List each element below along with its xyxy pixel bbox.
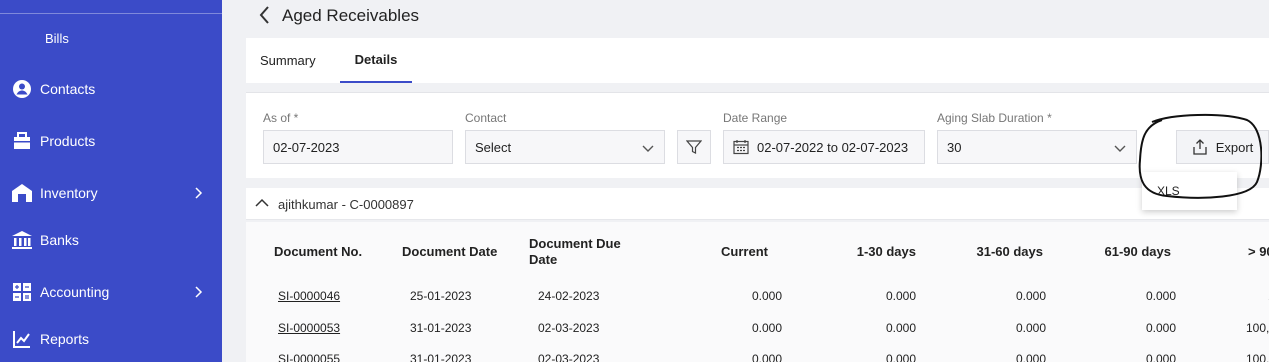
amt-61-90: 0.000 [1145, 289, 1176, 303]
tab-bar: Summary Details [246, 38, 1269, 83]
due-date: 02-03-2023 [538, 321, 600, 335]
receivables-table: Document No. Document Date Document Due … [246, 222, 1269, 362]
chevron-right-icon [195, 187, 203, 199]
date-range-value: 02-07-2022 to 02-07-2023 [757, 139, 909, 155]
due-date: 24-02-2023 [538, 289, 600, 303]
date-range-input[interactable]: 02-07-2022 to 02-07-2023 [723, 130, 925, 164]
doc-link[interactable]: SI-0000053 [278, 321, 340, 335]
sidebar-divider [0, 13, 222, 14]
filter-panel: As of * 02-07-2023 Contact Select Date R… [246, 92, 1269, 178]
upload-icon [1193, 139, 1207, 155]
amt-90-plus: 100,00 [1246, 352, 1269, 362]
contact-label: Contact [465, 111, 507, 125]
col-header-61-90: 61-90 days [1104, 244, 1172, 259]
sidebar-item-label: Contacts [40, 81, 96, 97]
sidebar-item-reports[interactable]: Reports [0, 319, 222, 359]
doc-link[interactable]: SI-0000046 [278, 289, 340, 303]
sidebar-item-products[interactable]: Products [0, 121, 222, 161]
amt-31-60: 0.000 [1015, 352, 1046, 362]
chevron-right-icon [195, 286, 203, 298]
main-content: Aged Receivables Summary Details As of *… [222, 0, 1269, 362]
amt-61-90: 0.000 [1145, 321, 1176, 335]
sidebar-item-label: Accounting [40, 284, 110, 300]
amt-1-30: 0.000 [885, 289, 916, 303]
doc-link[interactable]: SI-0000055 [278, 352, 340, 362]
sidebar-item-label: Reports [40, 331, 90, 347]
current-amt: 0.000 [751, 289, 782, 303]
export-button[interactable]: Export [1176, 130, 1269, 164]
date-range-label: Date Range [723, 111, 788, 125]
warehouse-icon [11, 182, 33, 204]
contact-value: Select [475, 139, 512, 155]
box-icon [11, 130, 33, 152]
bank-icon [11, 229, 33, 251]
aging-label: Aging Slab Duration * [937, 111, 1052, 125]
export-label: Export [1215, 139, 1254, 155]
amt-61-90: 0.000 [1145, 352, 1176, 362]
sidebar-item-label: Products [40, 133, 96, 149]
calculator-icon [11, 281, 33, 303]
sidebar-subitem-bills[interactable]: Bills [45, 31, 69, 46]
contact-select[interactable]: Select [465, 130, 665, 164]
col-header-90-plus: > 90 [1248, 244, 1269, 259]
doc-date: 25-01-2023 [410, 289, 472, 303]
export-menu-xls[interactable]: XLS [1142, 172, 1237, 210]
sidebar-item-banks[interactable]: Banks [0, 220, 222, 260]
col-header-doc-date: Document Date [402, 244, 498, 259]
doc-date: 31-01-2023 [410, 352, 472, 362]
chart-icon [11, 328, 33, 350]
customer-group-header[interactable]: ajithkumar - C-0000897 [246, 188, 1269, 220]
due-date: 02-03-2023 [538, 352, 600, 362]
amt-31-60: 0.000 [1015, 321, 1046, 335]
col-header-31-60: 31-60 days [976, 244, 1044, 259]
calendar-icon [733, 140, 749, 155]
page-title: Aged Receivables [282, 6, 420, 25]
sidebar-item-inventory[interactable]: Inventory [0, 173, 222, 213]
chevron-up-icon[interactable] [255, 198, 269, 208]
as-of-value: 02-07-2023 [273, 139, 340, 155]
col-header-due-date: Document Due Date [529, 236, 621, 267]
sidebar-item-accounting[interactable]: Accounting [0, 272, 222, 312]
back-arrow-icon[interactable] [258, 5, 272, 25]
aging-value: 30 [947, 139, 962, 155]
amt-90-plus: 100,00 [1246, 321, 1269, 335]
current-amt: 0.000 [751, 352, 782, 362]
as-of-input[interactable]: 02-07-2023 [263, 130, 453, 164]
current-amt: 0.000 [751, 321, 782, 335]
col-header-doc-no: Document No. [274, 244, 363, 259]
tab-summary[interactable]: Summary [246, 38, 330, 83]
customer-name: ajithkumar - C-0000897 [278, 197, 414, 212]
chevron-down-icon [1114, 145, 1126, 152]
col-header-1-30: 1-30 days [856, 244, 916, 259]
sidebar-item-label: Inventory [40, 185, 98, 201]
sidebar-item-contacts[interactable]: Contacts [0, 69, 222, 109]
amt-1-30: 0.000 [885, 352, 916, 362]
filter-button[interactable] [677, 130, 711, 164]
col-header-current: Current [721, 244, 768, 259]
funnel-icon [686, 140, 702, 154]
aging-select[interactable]: 30 [937, 130, 1137, 164]
doc-date: 31-01-2023 [410, 321, 472, 335]
chevron-down-icon [642, 145, 654, 152]
tab-details[interactable]: Details [340, 38, 412, 83]
sidebar-item-label: Banks [40, 232, 79, 248]
amt-31-60: 0.000 [1015, 289, 1046, 303]
amt-1-30: 0.000 [885, 321, 916, 335]
sidebar: Bills Contacts Products Inventory Banks … [0, 0, 222, 362]
as-of-label: As of * [263, 111, 299, 125]
person-icon [11, 78, 33, 100]
